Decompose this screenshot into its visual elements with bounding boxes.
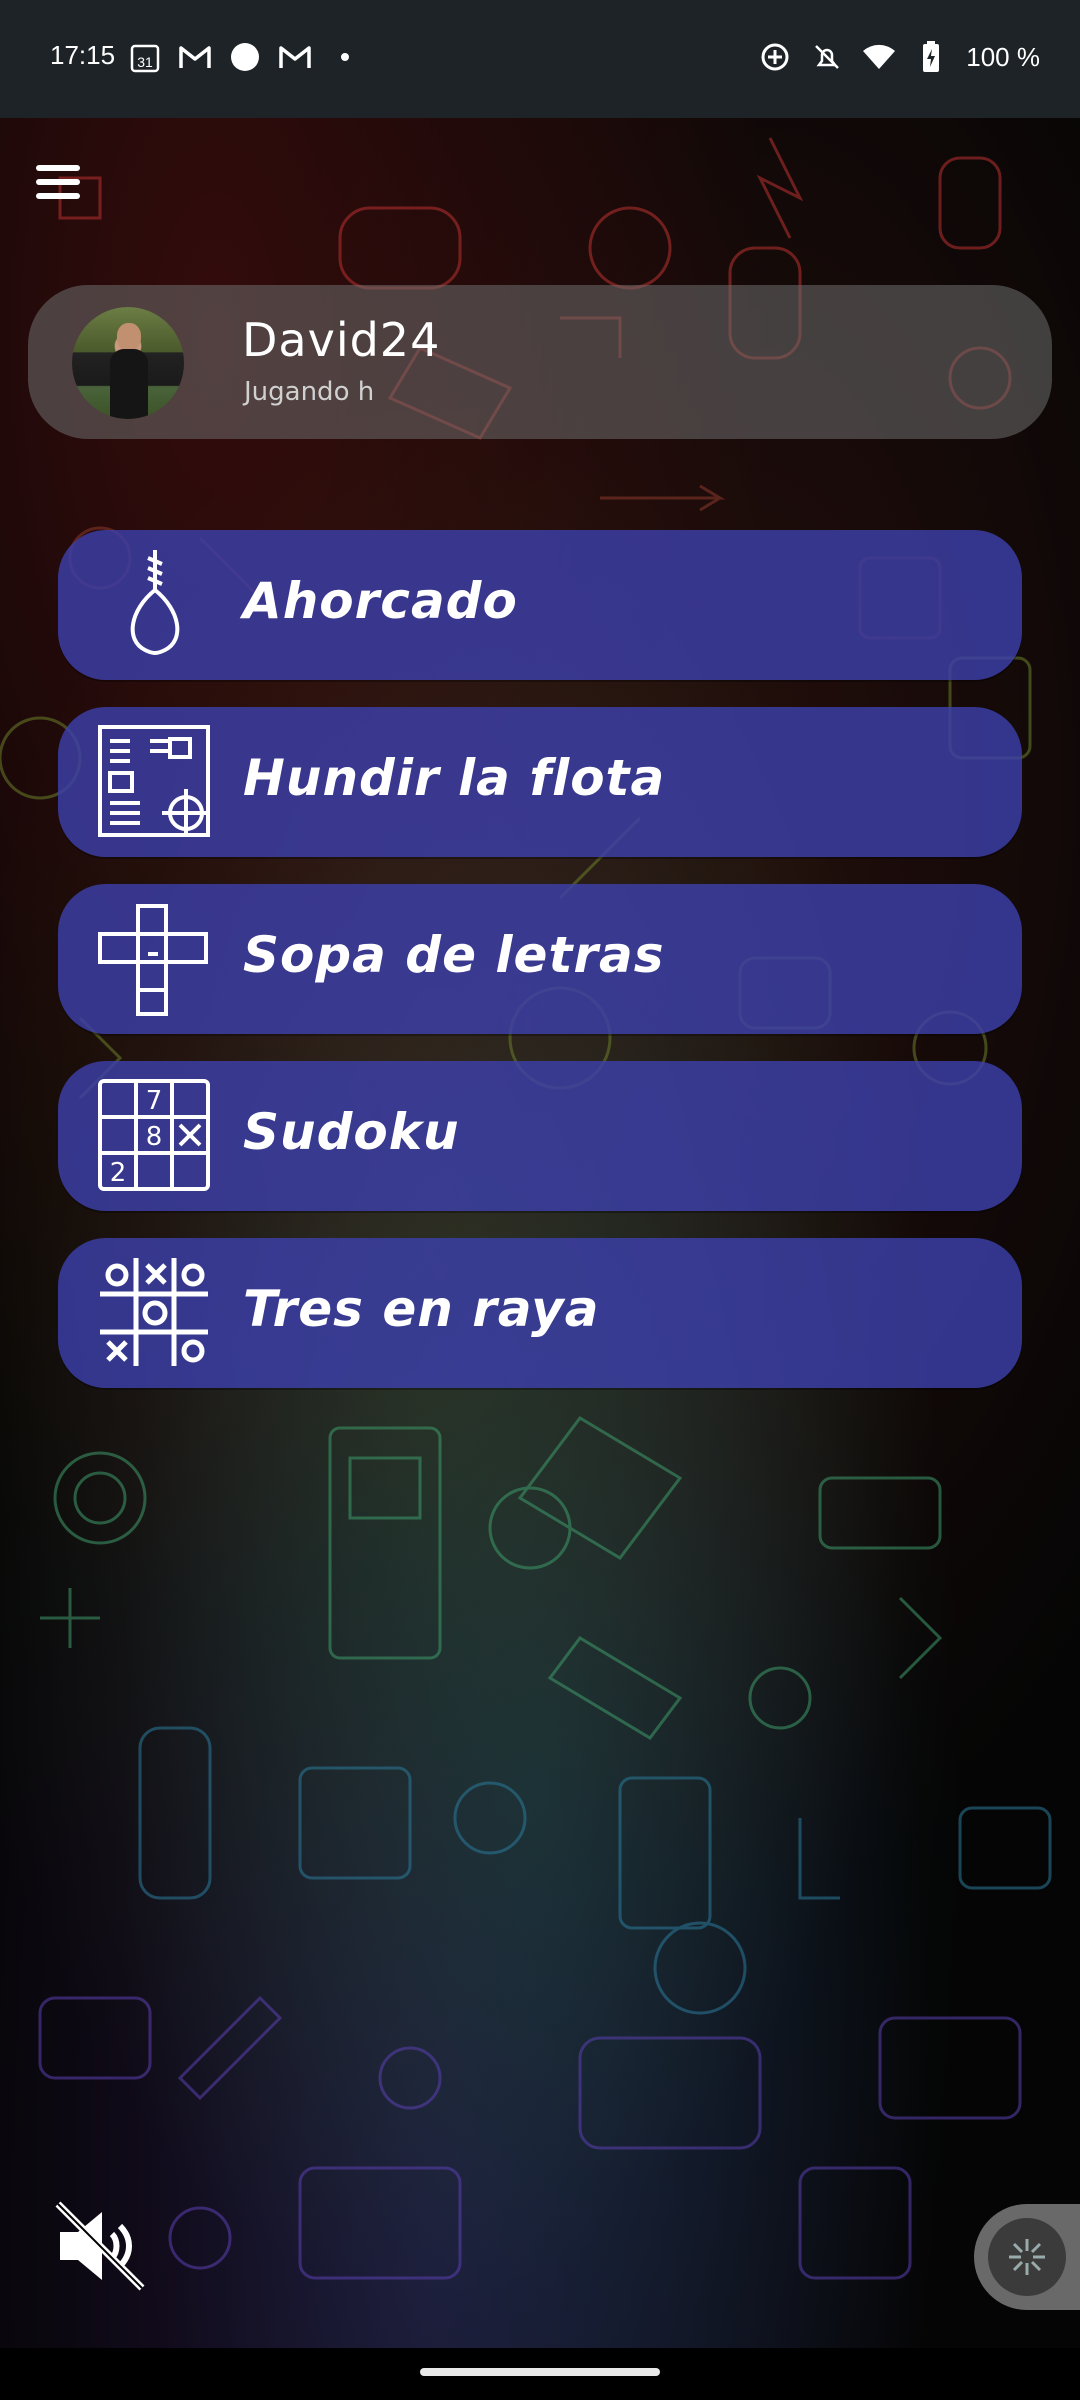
crossword-icon (98, 902, 212, 1016)
game-label: Hundir la flota (243, 749, 666, 807)
game-button-tres-en-raya[interactable]: Tres en raya (58, 1238, 1022, 1388)
game-label: Sudoku (243, 1103, 460, 1161)
battery-percent: 100 % (966, 41, 1040, 72)
avatar (72, 307, 184, 419)
game-button-hundir-la-flota[interactable]: Hundir la flota (58, 707, 1022, 857)
battery-icon (914, 40, 948, 74)
status-time: 17:15 (50, 40, 116, 70)
status-left-icons: 31 (128, 40, 362, 74)
menu-bar (36, 165, 80, 171)
data-saver-icon (758, 40, 792, 74)
doodle-pattern (0, 137, 1052, 2280)
calendar-icon: 31 (128, 40, 162, 74)
avatar-body (110, 349, 148, 419)
game-doodle-background (0, 118, 1080, 2348)
gmail-icon (278, 40, 312, 74)
wifi-icon (862, 40, 896, 74)
status-bar: 17:15 31 100 % (0, 0, 1080, 118)
avatar-head (117, 323, 141, 351)
game-label: Ahorcado (243, 572, 518, 630)
game-label: Tres en raya (243, 1280, 600, 1338)
sudoku-grid-icon: 7 8 2 (98, 1079, 212, 1193)
battleship-board-icon (98, 725, 212, 839)
mute-notifications-icon (810, 40, 844, 74)
sparkle-icon[interactable] (988, 2218, 1066, 2296)
profile-card[interactable]: David24 Jugando h (28, 285, 1052, 439)
svg-text:31: 31 (137, 54, 153, 70)
tic-tac-toe-icon (98, 1256, 212, 1370)
status-right-icons: 100 % (758, 40, 1040, 74)
gesture-nav-handle[interactable] (420, 2368, 660, 2376)
game-label: Sopa de letras (243, 926, 665, 984)
menu-bar (36, 179, 80, 185)
sudoku-digit: 8 (146, 1122, 163, 1152)
hangman-noose-icon (98, 548, 212, 662)
sudoku-digit: 7 (146, 1086, 163, 1116)
menu-bar (36, 193, 80, 199)
game-button-ahorcado[interactable]: Ahorcado (58, 530, 1022, 680)
gmail-icon (178, 40, 212, 74)
sudoku-digit: 2 (110, 1158, 127, 1188)
game-button-sudoku[interactable]: 7 8 2 Sudoku (58, 1061, 1022, 1211)
volume-off-icon[interactable] (52, 2198, 148, 2294)
profile-status: Jugando h (244, 377, 375, 407)
dot-icon (328, 40, 362, 74)
circle-icon (228, 40, 262, 74)
game-button-sopa-de-letras[interactable]: Sopa de letras (58, 884, 1022, 1034)
floating-assistant-tab[interactable] (974, 2204, 1080, 2310)
hamburger-menu-button[interactable] (36, 165, 80, 205)
profile-name: David24 (242, 313, 441, 367)
